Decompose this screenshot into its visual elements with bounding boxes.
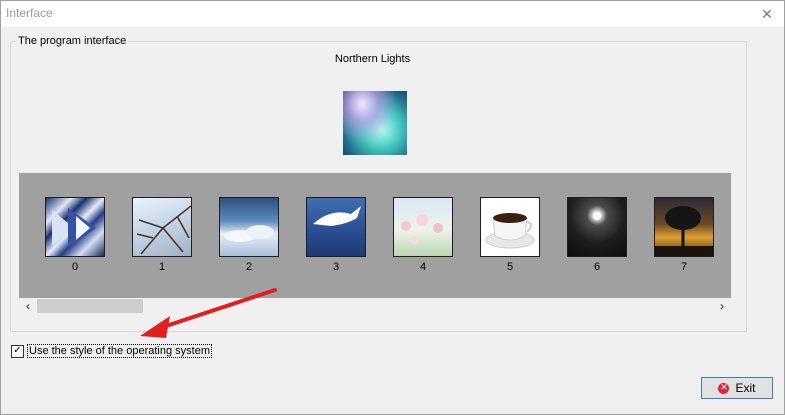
scrollbar-thumb[interactable] — [37, 299, 143, 313]
window-title: Interface — [6, 6, 53, 20]
thumbnail-3[interactable] — [306, 197, 366, 257]
gallery-scrollbar[interactable]: ‹ › — [19, 297, 731, 315]
moon-icon — [593, 212, 601, 220]
thumbnail-label: 4 — [419, 261, 427, 273]
selected-theme-name: Northern Lights — [334, 53, 411, 65]
thumbnail-label: 2 — [245, 261, 253, 273]
thumbnail-6[interactable] — [567, 197, 627, 257]
abstract-pattern-icon — [52, 208, 96, 248]
exit-button-label: Exit — [735, 381, 756, 395]
group-title: The program interface — [16, 35, 129, 47]
thumbnail-label: 1 — [158, 261, 166, 273]
clouds-icon — [224, 225, 274, 242]
tree-branches-icon — [136, 205, 191, 255]
close-circle-icon: ✕ — [718, 382, 730, 394]
thumbnail-5[interactable] — [480, 197, 540, 257]
thumbnail-1[interactable] — [132, 197, 192, 257]
scroll-left-button[interactable]: ‹ — [19, 297, 37, 315]
coffee-cup-icon — [485, 213, 535, 249]
use-os-style-checkbox[interactable]: ✓ — [11, 344, 24, 358]
thumbnail-7[interactable] — [654, 197, 714, 257]
flowers-icon — [401, 214, 443, 244]
close-button[interactable]: ✕ — [752, 1, 782, 27]
thumbnail-label: 0 — [71, 261, 79, 273]
annotation-arrow — [140, 288, 277, 338]
theme-gallery: 0 1 2 3 4 5 6 7 — [19, 173, 731, 298]
exit-button[interactable]: ✕ Exit — [701, 377, 773, 399]
thumbnail-2[interactable] — [219, 197, 279, 257]
thumbnail-0[interactable] — [45, 197, 105, 257]
scroll-right-button[interactable]: › — [713, 297, 731, 315]
thumbnail-4[interactable] — [393, 197, 453, 257]
thumbnail-label: 5 — [506, 261, 514, 273]
title-bar: Interface ✕ — [1, 1, 784, 27]
use-os-style-label: Use the style of the operating system — [27, 344, 212, 358]
thumbnail-label: 7 — [680, 261, 688, 273]
tree-silhouette-icon — [655, 206, 713, 256]
use-os-style-option[interactable]: ✓ Use the style of the operating system — [11, 343, 212, 359]
thumbnail-label: 6 — [593, 261, 601, 273]
selected-theme-preview — [343, 91, 407, 155]
thumbnail-label: 3 — [332, 261, 340, 273]
whale-icon — [313, 206, 361, 226]
